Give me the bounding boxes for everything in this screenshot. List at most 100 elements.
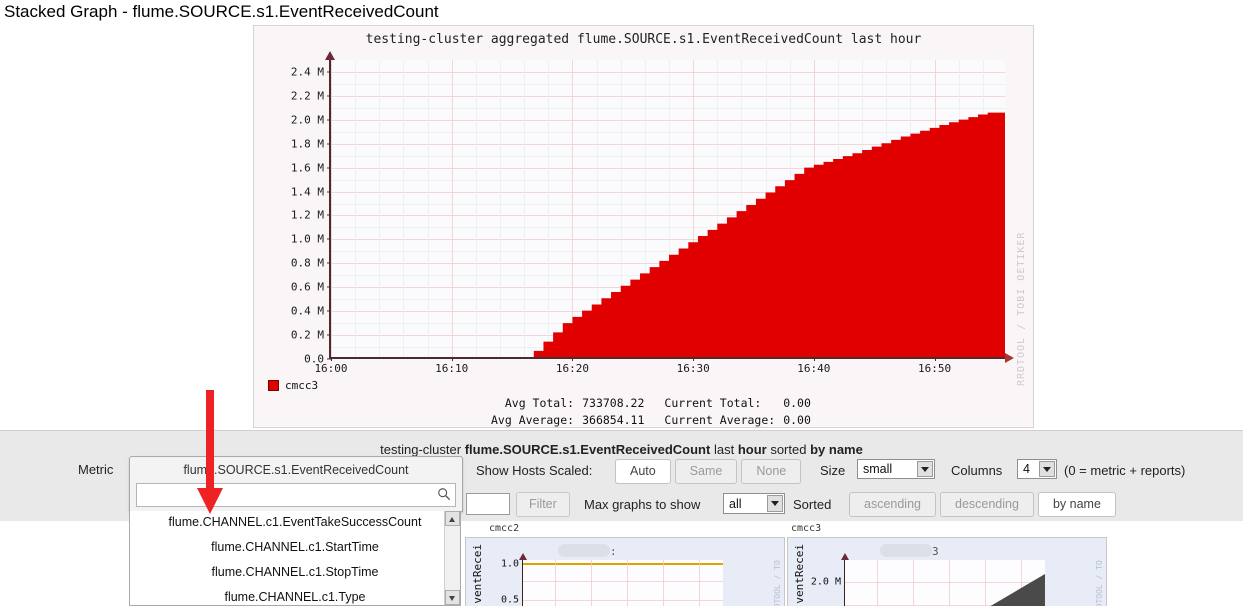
mini-y-axis-label: ventRecei [793, 544, 806, 604]
rrdtool-watermark: RRDTOOL / TO [773, 560, 782, 606]
size-select[interactable]: small [857, 459, 935, 479]
y-axis-tick [327, 143, 331, 145]
x-axis-tick [934, 357, 936, 361]
show-hosts-scaled-group[interactable]: Auto Same None [615, 459, 805, 484]
y-axis-label: 1.0 M [290, 232, 324, 246]
columns-hint: (0 = metric + reports) [1064, 463, 1186, 478]
mini-ytick-1: 0.5 [500, 594, 519, 606]
scroll-down-button[interactable] [445, 590, 460, 605]
sorted-label: Sorted [793, 497, 832, 512]
metric-option[interactable]: flume.CHANNEL.c1.StartTime [130, 535, 460, 560]
columns-select-arrow[interactable] [1039, 461, 1055, 477]
y-axis-label: 2.2 M [290, 89, 324, 103]
mini-graph-panel: ventRecei RRDTOOL / TO : 1.0 0.5 [465, 537, 785, 606]
chevron-down-icon [449, 596, 455, 601]
filter-input[interactable] [466, 493, 510, 515]
columns-select-value: 4 [1023, 462, 1030, 476]
metric-search-input[interactable] [141, 484, 433, 506]
filter-button[interactable]: Filter [516, 492, 570, 517]
summary-range-prefix: last [713, 442, 735, 457]
columns-select[interactable]: 4 [1017, 459, 1057, 479]
max-graphs-select-arrow[interactable] [767, 495, 783, 512]
mini-ytick-0: 2.0 M [810, 576, 841, 588]
metric-option[interactable]: flume.CHANNEL.c1.StopTime [130, 560, 460, 585]
mini-y-axis-label: ventRecei [471, 544, 484, 604]
mini-plot-area: 2.0 M [811, 553, 1045, 606]
chevron-down-icon [1043, 466, 1051, 472]
x-axis-tick [572, 357, 574, 361]
blurred-title-icon [558, 544, 610, 557]
graph-legend: cmcc3 [268, 379, 318, 392]
mini-plot-area: 1.0 0.5 [501, 553, 723, 606]
sort-by-name-button[interactable]: by name [1037, 492, 1116, 517]
y-axis-label: 1.6 M [290, 161, 324, 175]
x-axis-label: 16:10 [435, 362, 469, 375]
max-graphs-select-value: all [729, 496, 742, 511]
y-axis-label: 1.4 M [290, 185, 324, 199]
rrdtool-watermark: RRDTOOL / TOBI OETIKER [1016, 231, 1027, 386]
y-axis-label: 0.2 M [290, 328, 324, 342]
sort-ascending-button[interactable]: ascending [849, 492, 936, 517]
y-axis-tick [327, 286, 331, 288]
summary-metric: flume.SOURCE.s1.EventReceivedCount [464, 442, 711, 457]
rrdtool-watermark: RRDTOOL / TO [1095, 560, 1104, 606]
legend-label: cmcc3 [285, 379, 319, 392]
sort-descending-button[interactable]: descending [940, 492, 1034, 517]
avg-total-value: 733708.22 [582, 396, 645, 410]
scroll-up-button[interactable] [445, 511, 460, 526]
y-axis-label: 0.6 M [290, 280, 324, 294]
avg-average-label: Avg Average: [491, 413, 575, 427]
graph-plot-area: 0.0 0.2 M 0.4 M 0.6 M 0.8 M 1.0 M 1.2 M 1.4 M 1.… [291, 51, 1014, 375]
metric-option-list[interactable]: flume.CHANNEL.c1.EventTakeSuccessCount fl… [129, 511, 461, 606]
mini-ytick-0: 1.0 [500, 558, 519, 570]
y-axis-label: 1.2 M [290, 208, 324, 222]
x-axis-label: 16:50 [918, 362, 952, 375]
y-axis-tick [327, 95, 331, 97]
y-axis-tick [327, 191, 331, 193]
y-axis-tick [327, 262, 331, 264]
metric-dropdown-selected[interactable]: flume.SOURCE.s1.EventReceivedCount [130, 457, 462, 483]
metric-option[interactable]: flume.CHANNEL.c1.EventTakeSuccessCount [130, 511, 460, 535]
max-graphs-select[interactable]: all [723, 493, 785, 514]
metric-label: Metric [78, 462, 114, 477]
mini-title-suffix: : [610, 545, 617, 558]
metric-option[interactable]: flume.CHANNEL.c1.Type [130, 585, 460, 605]
columns-label: Columns [951, 463, 1003, 478]
graph-summary-line: testing-cluster flume.SOURCE.s1.EventRec… [0, 442, 1243, 457]
x-axis-label: 16:40 [797, 362, 831, 375]
current-average-value: 0.00 [783, 413, 811, 427]
show-hosts-scaled-label: Show Hosts Scaled: [476, 463, 593, 478]
y-axis-arrow-icon [841, 553, 849, 560]
mini-host-label: cmcc3 [791, 523, 822, 534]
summary-range: hour [737, 442, 767, 457]
metric-dropdown[interactable]: flume.SOURCE.s1.EventReceivedCount [129, 456, 463, 512]
mini-graph-title: : [558, 544, 617, 558]
scaled-none-button[interactable]: None [741, 459, 802, 484]
mini-series-area [990, 574, 1045, 606]
y-axis-tick [327, 214, 331, 216]
sort-button-group[interactable]: ascending descending by name [849, 492, 1120, 517]
blurred-title-icon [880, 544, 932, 557]
size-select-arrow[interactable] [917, 461, 933, 477]
y-axis-label: 0.8 M [290, 256, 324, 270]
search-icon [437, 487, 451, 501]
current-total-label: Current Total: [664, 396, 762, 410]
chevron-up-icon [449, 517, 455, 522]
x-axis-label: 16:20 [555, 362, 589, 375]
x-axis-arrow-icon [1005, 353, 1014, 363]
summary-sorted-prefix: sorted [770, 442, 807, 457]
avg-total-label: Avg Total: [504, 396, 575, 410]
scaled-same-button[interactable]: Same [674, 459, 738, 484]
x-axis-label: 16:30 [676, 362, 710, 375]
metric-list-scrollbar[interactable] [444, 511, 460, 605]
scaled-auto-button[interactable]: Auto [615, 459, 671, 484]
x-axis-label: 16:00 [314, 362, 348, 375]
x-axis-tick [331, 357, 332, 361]
x-axis-tick [451, 357, 453, 361]
y-axis-tick [327, 238, 331, 240]
mini-graph-panel: ventRecei RRDTOOL / TO 3 2.0 M [787, 537, 1107, 606]
metric-search-box[interactable] [136, 483, 456, 507]
y-axis-label: 0.4 M [290, 304, 324, 318]
summary-cluster: testing-cluster [380, 442, 462, 457]
page-title: Stacked Graph - flume.SOURCE.s1.EventRec… [4, 2, 439, 21]
